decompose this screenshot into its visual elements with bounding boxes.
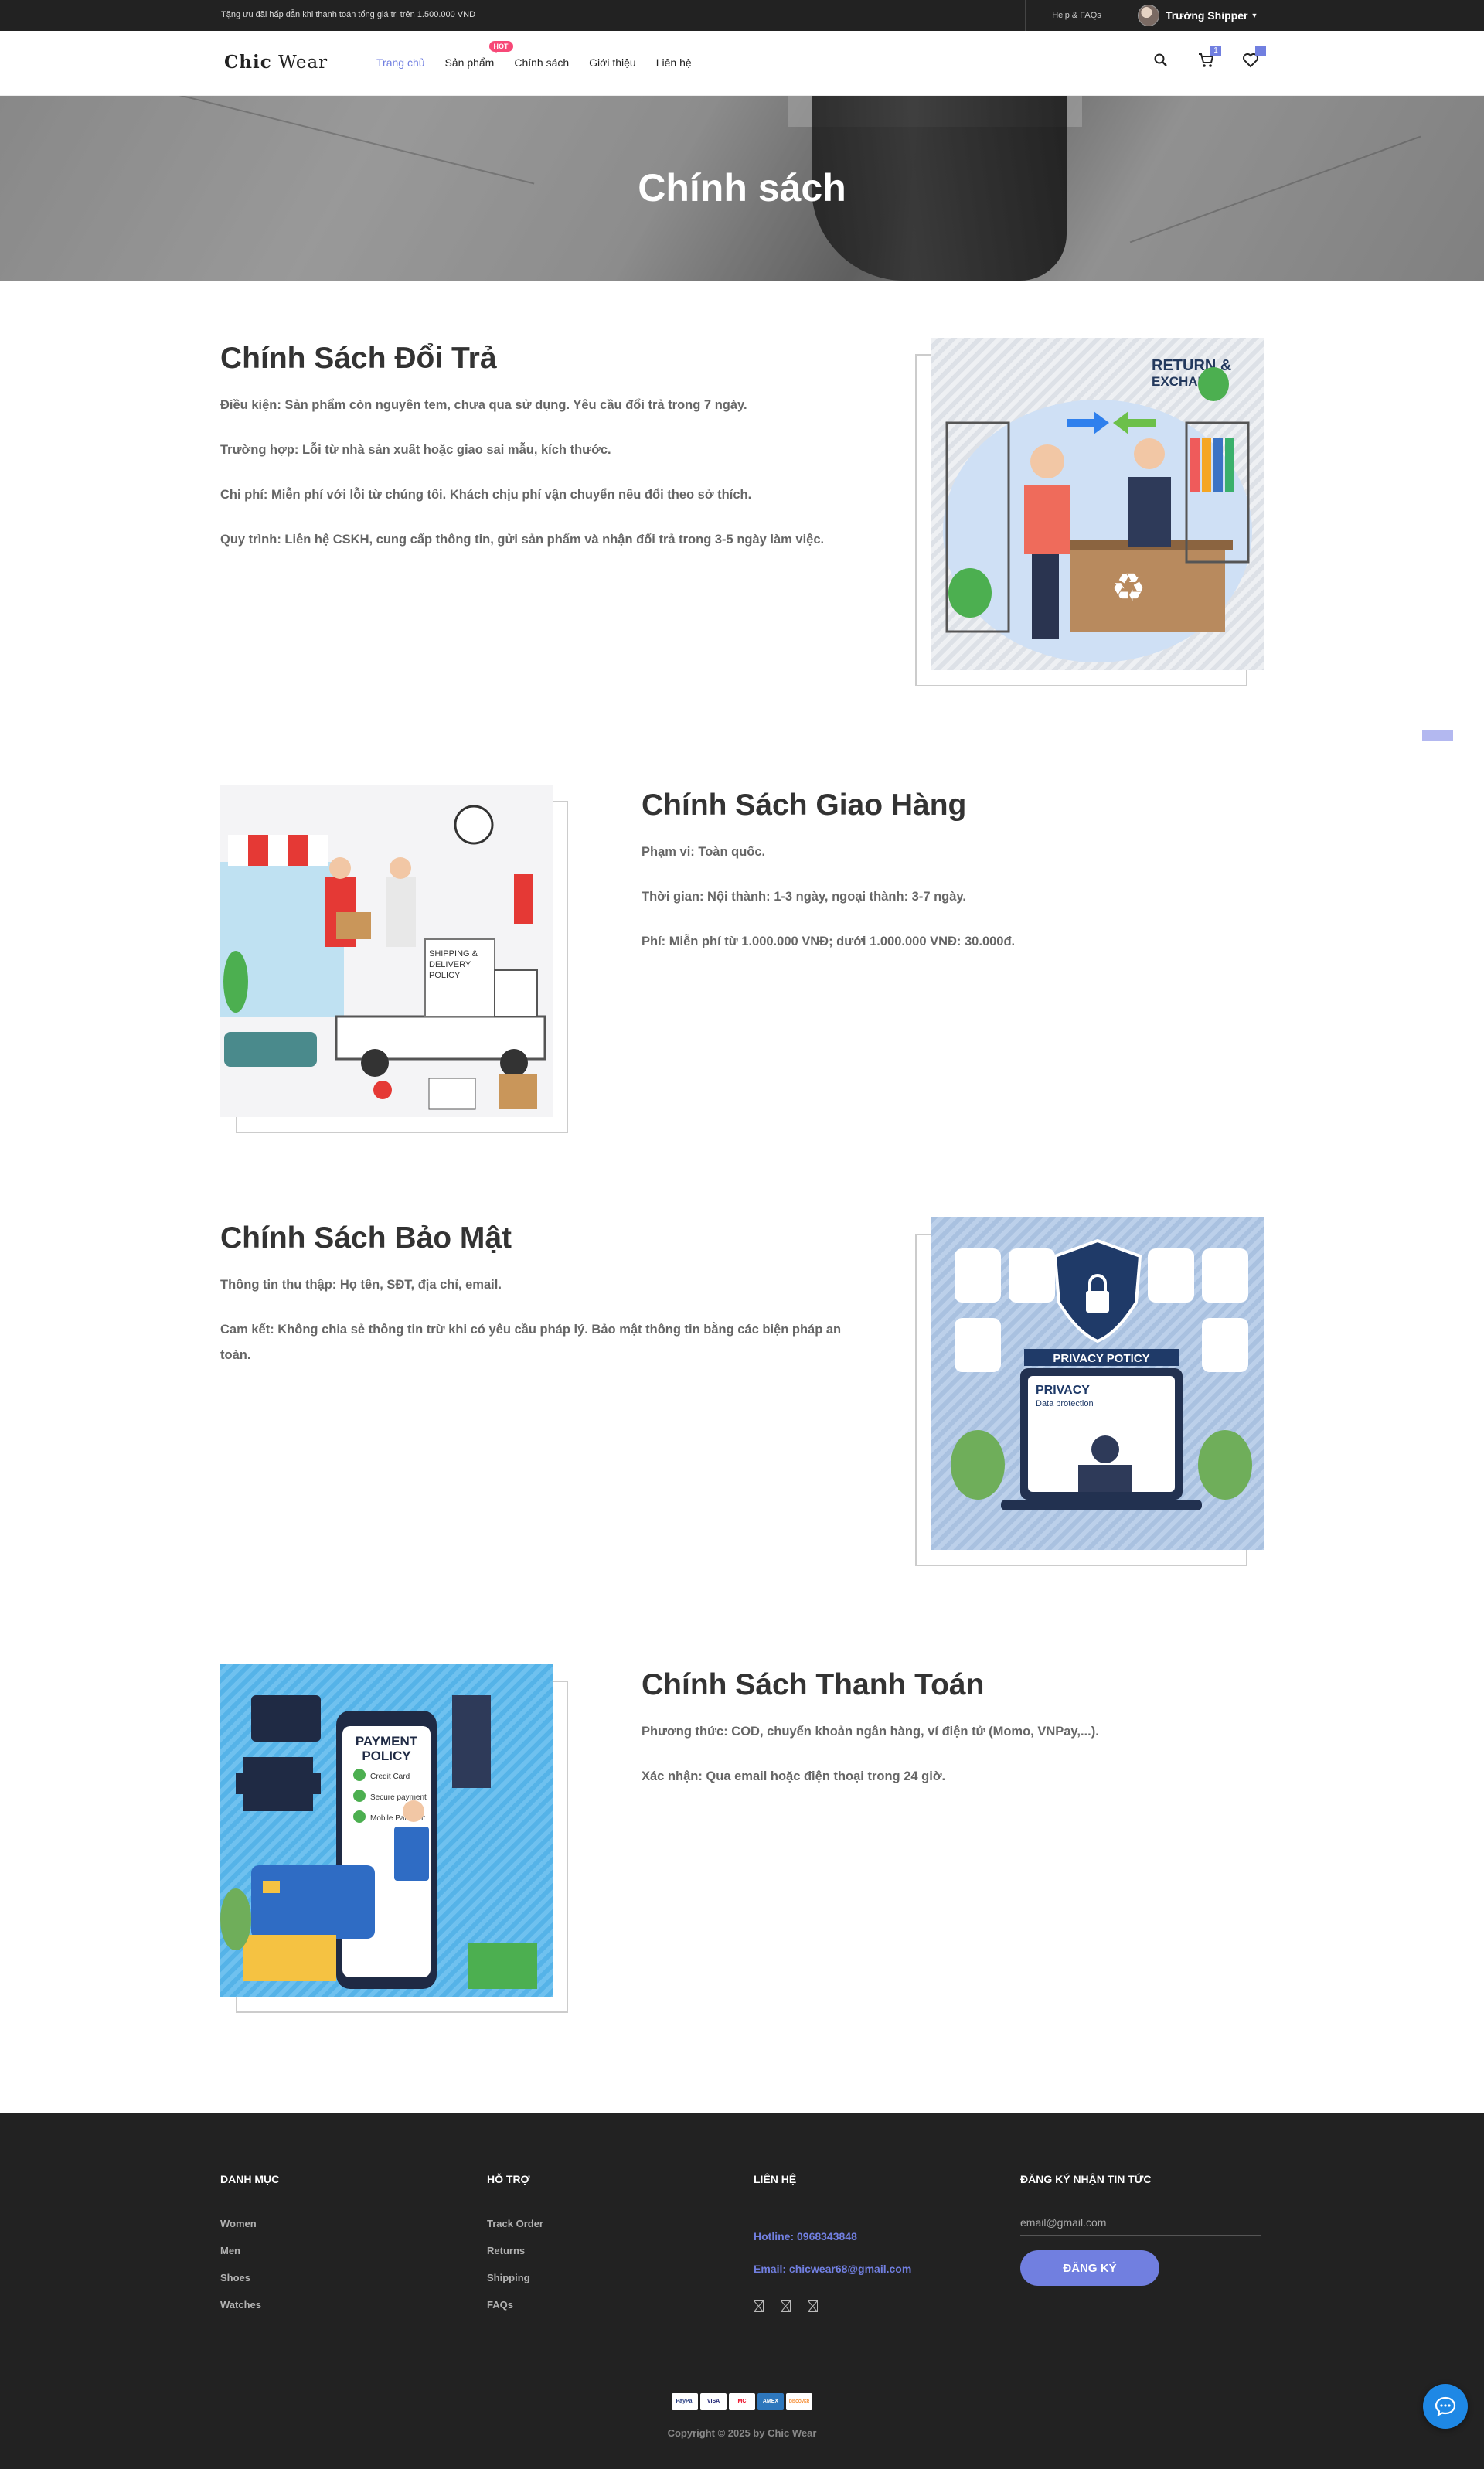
page-title: Chính sách	[638, 166, 846, 209]
footer-heading: LIÊN HỆ	[754, 2173, 797, 2185]
footer-link-shipping[interactable]: Shipping	[487, 2272, 530, 2283]
cart-icon[interactable]: 1	[1196, 46, 1221, 70]
mastercard-icon: MC	[729, 2393, 755, 2410]
site-footer	[0, 2113, 1484, 2469]
page-banner: Chính sách	[0, 96, 1484, 281]
policy-title: Chính Sách Giao Hàng	[642, 788, 967, 822]
policy-title: Chính Sách Đổi Trả	[220, 342, 497, 375]
footer-link-women[interactable]: Women	[220, 2218, 257, 2229]
svg-text:PRIVACY: PRIVACY	[1036, 1384, 1090, 1397]
help-faqs-link[interactable]: Help & FAQs	[1025, 0, 1128, 31]
svg-text:POLICY: POLICY	[429, 971, 461, 980]
caret-down-icon: ▼	[1251, 12, 1258, 19]
svg-text:Credit Card: Credit Card	[370, 1773, 410, 1781]
visa-icon: VISA	[700, 2393, 727, 2410]
user-name: Trường Shipper	[1166, 9, 1248, 22]
policy-text: Phí: Miễn phí từ 1.000.000 VNĐ; dưới 1.0…	[642, 935, 1016, 948]
policy-text: Trường hợp: Lỗi từ nhà sản xuất hoặc gia…	[220, 443, 611, 457]
footer-link-returns[interactable]: Returns	[487, 2245, 525, 2256]
policy-text: Quy trình: Liên hệ CSKH, cung cấp thông …	[220, 533, 825, 547]
nav-about[interactable]: Giới thiệu	[589, 56, 636, 69]
policy-title: Chính Sách Bảo Mật	[220, 1221, 512, 1255]
footer-link-shoes[interactable]: Shoes	[220, 2272, 250, 2283]
policy-text: Thông tin thu thập: Họ tên, SĐT, địa chỉ…	[220, 1278, 502, 1292]
policy-text: Cam kết: Không chia sẻ thông tin trừ khi…	[220, 1323, 842, 1362]
policy-text: Xác nhận: Qua email hoặc điện thoại tron…	[642, 1769, 946, 1783]
logo[interactable]: Chic Wear	[224, 52, 328, 73]
return-exchange-image: RETURN & EXCHANGE ♻	[931, 338, 1264, 670]
policy-text: Chi phí: Miễn phí với lỗi từ chúng tôi. …	[220, 488, 752, 502]
privacy-policy-image: PRIVACY POTICY PRIVACY Data protection	[931, 1217, 1264, 1550]
facebook-icon[interactable]	[754, 2300, 764, 2314]
policy-title: Chính Sách Thanh Toán	[642, 1668, 985, 1701]
svg-text:Data protection: Data protection	[1036, 1399, 1094, 1408]
svg-text:SHIPPING &: SHIPPING &	[429, 949, 478, 959]
policy-text: Điều kiện: Sản phẩm còn nguyên tem, chưa…	[220, 398, 747, 412]
pinterest-icon[interactable]	[808, 2300, 818, 2314]
hot-badge: HOT	[488, 41, 513, 53]
svg-text:♻: ♻	[1111, 566, 1146, 609]
copyright: Copyright © 2025 by Chic Wear	[667, 2427, 817, 2439]
nav-contact[interactable]: Liên hệ	[656, 56, 692, 69]
avatar	[1138, 5, 1159, 26]
footer-heading: DANH MỤC	[220, 2173, 280, 2185]
main-nav: Trang chủ Sản phẩm HOT Chính sách Giới th…	[376, 41, 712, 69]
promo-text: Tặng ưu đãi hấp dẫn khi thanh toán tổng …	[221, 10, 476, 19]
paypal-icon: PayPal	[672, 2393, 698, 2410]
instagram-icon[interactable]	[781, 2300, 791, 2314]
newsletter-email-input[interactable]	[1020, 2209, 1261, 2236]
chat-icon	[1435, 2396, 1456, 2417]
payment-policy-image: PAYMENT POLICY Credit Card Secure paymen…	[220, 1664, 553, 1997]
top-bar: Tặng ưu đãi hấp dẫn khi thanh toán tổng …	[0, 0, 1484, 31]
nav-home[interactable]: Trang chủ	[376, 56, 425, 69]
payment-methods: PayPal VISA MC AMEX DISCOVER	[672, 2393, 812, 2410]
header-icons: 1	[1152, 46, 1266, 70]
shipping-delivery-image: SHIPPING & DELIVERY POLICY	[220, 785, 553, 1117]
footer-heading: HỖ TRỢ	[487, 2173, 530, 2185]
policy-text: Phạm vi: Toàn quốc.	[642, 845, 766, 859]
policy-text: Thời gian: Nội thành: 1-3 ngày, ngoại th…	[642, 890, 966, 904]
footer-link-men[interactable]: Men	[220, 2245, 240, 2256]
main-header: Chic Wear Trang chủ Sản phẩm HOT Chính sá…	[0, 31, 1484, 96]
svg-text:PAYMENT: PAYMENT	[356, 1734, 418, 1749]
nav-policy[interactable]: Chính sách	[514, 56, 569, 69]
footer-hotline[interactable]: Hotline: 0968343848	[754, 2230, 857, 2243]
cart-count-badge: 1	[1210, 46, 1221, 56]
search-icon[interactable]	[1152, 51, 1170, 70]
footer-email[interactable]: Email: chicwear68@gmail.com	[754, 2263, 911, 2275]
amex-icon: AMEX	[757, 2393, 784, 2410]
svg-text:POLICY: POLICY	[362, 1749, 411, 1763]
svg-text:DELIVERY: DELIVERY	[429, 960, 471, 969]
heart-icon[interactable]	[1241, 46, 1266, 70]
footer-link-track-order[interactable]: Track Order	[487, 2218, 543, 2229]
chat-bubble-button[interactable]	[1423, 2384, 1468, 2429]
policy-text: Phương thức: COD, chuyển khoản ngân hàng…	[642, 1725, 1099, 1739]
footer-heading: ĐĂNG KÝ NHẬN TIN TỨC	[1020, 2173, 1152, 2185]
discover-icon: DISCOVER	[786, 2393, 812, 2410]
footer-link-faqs[interactable]: FAQs	[487, 2299, 513, 2311]
subscribe-button[interactable]: ĐĂNG KÝ	[1020, 2250, 1159, 2286]
footer-link-watches[interactable]: Watches	[220, 2299, 261, 2311]
side-scroll-tab[interactable]	[1422, 730, 1453, 741]
nav-products[interactable]: Sản phẩm HOT	[445, 41, 513, 69]
svg-text:PRIVACY POTICY: PRIVACY POTICY	[1053, 1352, 1149, 1365]
wishlist-count-badge	[1255, 46, 1266, 56]
svg-text:Secure payment: Secure payment	[370, 1793, 427, 1802]
user-menu[interactable]: Trường Shipper ▼	[1128, 0, 1258, 31]
